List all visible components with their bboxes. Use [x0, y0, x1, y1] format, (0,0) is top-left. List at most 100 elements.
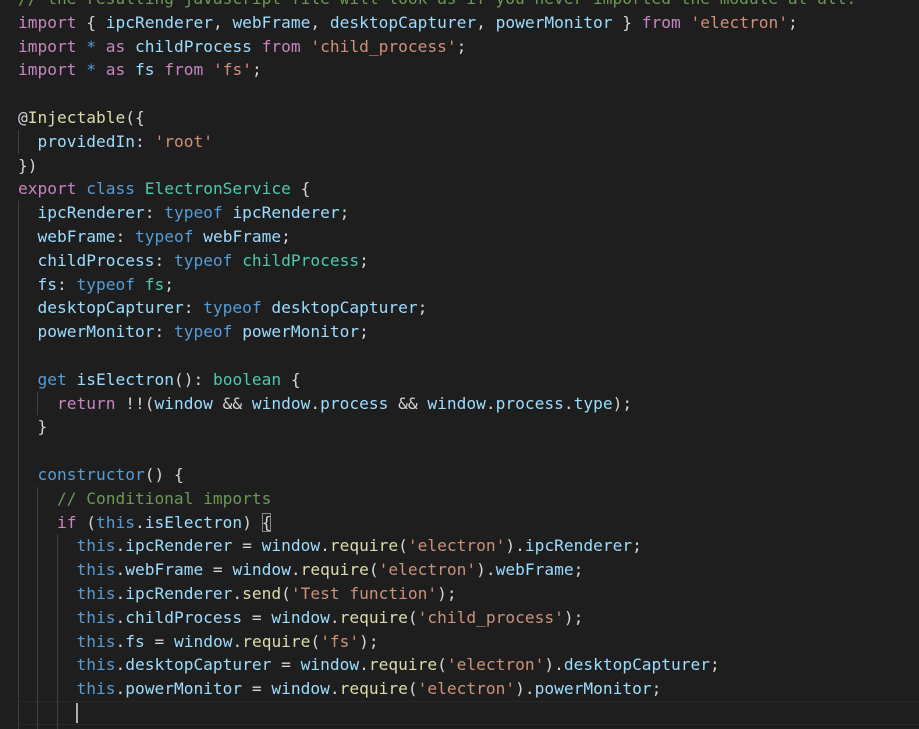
code-token: * — [86, 36, 96, 56]
code-line[interactable]: this.desktopCapturer = window.require('e… — [18, 653, 919, 678]
code-line[interactable]: return !!(window && window.process && wi… — [18, 391, 919, 416]
code-token: boolean — [212, 369, 282, 389]
code-line[interactable]: desktopCapturer: typeof desktopCapturer; — [18, 296, 919, 321]
code-line[interactable] — [18, 82, 919, 106]
code-token: 'electron' — [407, 536, 506, 556]
code-token: fs — [144, 274, 165, 294]
code-token: childProcess — [134, 36, 252, 56]
code-token: require — [368, 655, 438, 675]
code-token: ; — [651, 679, 662, 699]
code-line[interactable]: import { ipcRenderer, webFrame, desktopC… — [18, 11, 919, 35]
code-line[interactable]: constructor() { — [18, 462, 919, 487]
code-line[interactable]: if (this.isElectron) { — [18, 510, 919, 535]
code-line[interactable]: webFrame: typeof webFrame; — [18, 224, 919, 249]
indent-guide — [18, 248, 19, 273]
code-line[interactable] — [18, 343, 919, 368]
code-line[interactable]: this.childProcess = window.require('chil… — [18, 605, 919, 630]
code-token: 'electron' — [446, 655, 545, 675]
code-line[interactable]: fs: typeof fs; — [18, 272, 919, 297]
code-token: ipcRenderer — [125, 583, 233, 603]
code-token: : — [144, 203, 165, 223]
code-token: import — [18, 12, 77, 32]
code-token: ipcRenderer — [524, 536, 633, 556]
code-token: . — [115, 631, 126, 651]
code-token: ); — [359, 631, 379, 651]
indent-guide — [37, 653, 39, 678]
code-line[interactable]: childProcess: typeof childProcess; — [18, 248, 919, 273]
code-line[interactable] — [18, 439, 919, 463]
code-token: desktopCapturer — [125, 655, 272, 675]
code-line[interactable]: // If you wish to use a NodeJS 3rd party… — [18, 724, 919, 729]
code-token: ); — [563, 607, 584, 627]
code-token: = — [232, 536, 262, 556]
code-token: . — [329, 679, 340, 699]
code-line[interactable]: @Injectable({ — [18, 106, 919, 130]
code-token: ipcRenderer — [125, 536, 233, 556]
code-token: typeof — [164, 203, 223, 223]
code-line[interactable]: providedIn: 'root' — [18, 129, 919, 154]
indent-guide — [37, 677, 39, 701]
code-token: ( — [407, 679, 418, 699]
code-token: fs — [125, 631, 145, 651]
code-token: webFrame — [203, 226, 282, 246]
code-line[interactable]: this.powerMonitor = window.require('elec… — [18, 677, 919, 701]
code-line[interactable]: this.fs = window.require('fs'); — [18, 629, 919, 654]
code-line[interactable]: ipcRenderer: typeof ipcRenderer; — [18, 201, 919, 225]
code-token: ; — [417, 298, 428, 318]
code-line[interactable]: import * as fs from 'fs'; — [18, 58, 919, 82]
code-line[interactable]: // the resulting javascript file will lo… — [18, 0, 919, 11]
code-token: . — [232, 631, 243, 651]
indent-guide — [56, 558, 58, 582]
code-editor[interactable]: // the resulting javascript file will lo… — [0, 0, 919, 729]
code-line[interactable]: this.webFrame = window.require('electron… — [18, 558, 919, 582]
code-line[interactable]: }) — [18, 154, 919, 178]
code-token: = — [203, 560, 233, 580]
code-token: = — [242, 607, 272, 627]
code-token: powerMonitor — [125, 679, 243, 699]
indent-guide — [56, 677, 58, 701]
code-token: class — [86, 179, 135, 199]
code-line[interactable]: this.ipcRenderer.send('Test function'); — [18, 581, 919, 606]
code-token: 'root' — [154, 131, 213, 151]
indent-guide — [18, 700, 19, 725]
indent-guide — [18, 558, 19, 582]
code-line[interactable]: get isElectron(): boolean { — [18, 367, 919, 392]
code-token: this — [76, 679, 116, 699]
code-token: : — [183, 298, 204, 318]
indent-guide — [37, 724, 39, 729]
indent-guide — [37, 558, 39, 582]
code-line[interactable]: } — [18, 415, 919, 440]
code-token: . — [115, 583, 126, 603]
code-token: if — [56, 512, 77, 532]
code-token: typeof — [173, 250, 233, 270]
code-token: }) — [18, 155, 38, 175]
code-lines[interactable]: // the resulting javascript file will lo… — [18, 0, 919, 729]
indent-guide — [37, 534, 39, 559]
code-token: import — [18, 36, 77, 56]
code-line[interactable]: export class ElectronService { — [18, 177, 919, 201]
code-line[interactable]: this.ipcRenderer = window.require('elect… — [18, 534, 919, 559]
code-line[interactable]: powerMonitor: typeof powerMonitor; — [18, 320, 919, 344]
code-line[interactable]: // Conditional imports — [18, 486, 919, 511]
code-line[interactable] — [18, 700, 919, 725]
code-line[interactable]: import * as childProcess from 'child_pro… — [18, 35, 919, 59]
code-token: 'electron' — [417, 679, 516, 699]
